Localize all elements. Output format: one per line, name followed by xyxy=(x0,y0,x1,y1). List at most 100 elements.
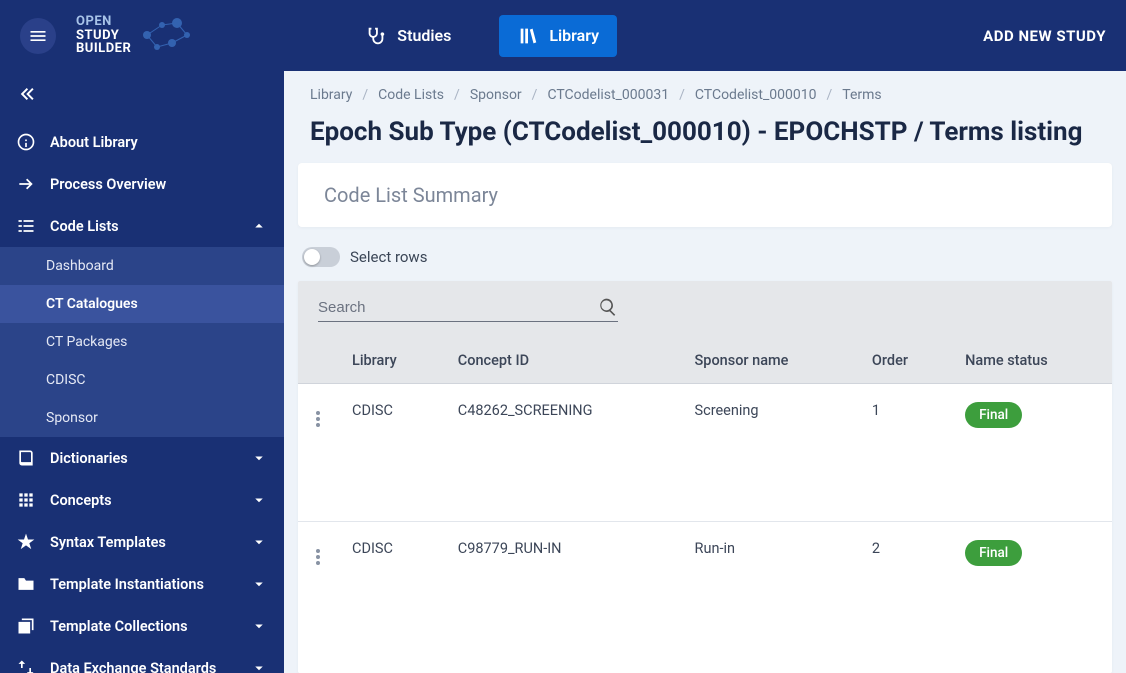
status-badge: Final xyxy=(965,540,1022,566)
sidebar-item-syntax[interactable]: Syntax Templates xyxy=(0,521,284,563)
search-icon[interactable] xyxy=(598,297,618,317)
summary-label: Code List Summary xyxy=(324,183,498,207)
sidebar-item-label: Template Collections xyxy=(50,618,236,635)
table-header: Order xyxy=(858,338,951,384)
breadcrumb: Library / Code Lists / Sponsor / CTCodelist_00… xyxy=(284,71,1126,111)
sidebar-item-process[interactable]: Process Overview xyxy=(0,163,284,205)
sidebar-sub-label: Dashboard xyxy=(46,258,114,274)
chevron-double-left-icon xyxy=(18,83,40,105)
breadcrumb-separator: / xyxy=(827,87,833,103)
hamburger-icon xyxy=(28,26,48,46)
select-rows-toggle[interactable] xyxy=(302,247,340,267)
sidebar-item-dictionaries[interactable]: Dictionaries xyxy=(0,437,284,479)
sidebar-sub-sponsor[interactable]: Sponsor xyxy=(0,399,284,437)
cell-library: CDISC xyxy=(338,522,444,660)
cell-concept_id: C48262_SCREENING xyxy=(444,384,681,522)
table-header: Sponsor name xyxy=(681,338,858,384)
sidebar-item-label: Syntax Templates xyxy=(50,534,236,551)
sidebar-item-label: About Library xyxy=(50,134,268,151)
table-header: Name status xyxy=(951,338,1112,384)
chevron-down-icon xyxy=(250,617,268,635)
swap-icon xyxy=(16,658,36,673)
nav-library[interactable]: Library xyxy=(499,15,617,57)
table-header xyxy=(298,338,338,384)
sidebar-item-data-exchange[interactable]: Data Exchange Standards xyxy=(0,647,284,673)
table-header: Concept ID xyxy=(444,338,681,384)
sidebar-item-label: Process Overview xyxy=(50,176,268,193)
menu-toggle-button[interactable] xyxy=(20,18,56,54)
cell-concept_id: C98779_RUN-IN xyxy=(444,522,681,660)
chevron-down-icon xyxy=(250,659,268,673)
sidebar-sub-label: CT Packages xyxy=(46,334,127,350)
breadcrumb-separator: / xyxy=(362,87,368,103)
sidebar-item-label: Data Exchange Standards xyxy=(50,660,236,673)
sidebar-sub-label: CT Catalogues xyxy=(46,296,138,312)
cell-name-status: Final xyxy=(951,384,1112,522)
breadcrumb-item[interactable]: CTCodelist_000031 xyxy=(547,87,669,103)
breadcrumb-separator: / xyxy=(532,87,538,103)
chevron-down-icon xyxy=(250,449,268,467)
cell-sponsor_name: Screening xyxy=(681,384,858,522)
info-icon xyxy=(16,132,36,152)
sidebar-sub-cdisc[interactable]: CDISC xyxy=(0,361,284,399)
grid-icon xyxy=(16,490,36,510)
chevron-down-icon xyxy=(250,533,268,551)
breadcrumb-item[interactable]: Code Lists xyxy=(378,87,444,103)
sidebar-item-template-inst[interactable]: Template Instantiations xyxy=(0,563,284,605)
logo-graphic-icon xyxy=(137,15,197,55)
sidebar-sub-label: CDISC xyxy=(46,372,86,388)
search-input[interactable] xyxy=(318,299,598,316)
select-rows-label: Select rows xyxy=(350,248,427,266)
breadcrumb-item[interactable]: CTCodelist_000010 xyxy=(695,87,817,103)
code-list-summary-card[interactable]: Code List Summary xyxy=(298,163,1112,227)
book-icon xyxy=(16,448,36,468)
cell-sponsor_name: Run-in xyxy=(681,522,858,660)
logo-text-builder: BUILDER xyxy=(76,42,131,56)
table-header: Library xyxy=(338,338,444,384)
sidebar-item-label: Concepts xyxy=(50,492,236,509)
library-icon xyxy=(517,25,539,47)
sidebar-collapse-button[interactable] xyxy=(0,71,284,121)
breadcrumb-item[interactable]: Library xyxy=(310,87,352,103)
stethoscope-icon xyxy=(365,25,387,47)
breadcrumb-item[interactable]: Sponsor xyxy=(470,87,522,103)
cell-library: CDISC xyxy=(338,384,444,522)
nav-studies-label: Studies xyxy=(397,26,451,45)
nav-library-label: Library xyxy=(549,26,599,45)
sidebar-sub-ct-catalogues[interactable]: CT Catalogues xyxy=(0,285,284,323)
sidebar-item-about[interactable]: About Library xyxy=(0,121,284,163)
sidebar-sub-label: Sponsor xyxy=(46,410,98,426)
table-row: CDISCC48262_SCREENINGScreening1 Final xyxy=(298,384,1112,522)
logo-text-open: OPEN xyxy=(76,14,112,29)
nav-studies[interactable]: Studies xyxy=(347,15,469,57)
table-row: CDISCC98779_RUN-INRun-in2 Final xyxy=(298,522,1112,660)
star-icon xyxy=(16,532,36,552)
chevron-down-icon xyxy=(250,491,268,509)
logo-text-study: STUDY xyxy=(76,29,131,43)
chevron-down-icon xyxy=(250,575,268,593)
sidebar-item-label: Code Lists xyxy=(50,218,236,235)
cell-order: 1 xyxy=(858,384,951,522)
breadcrumb-separator: / xyxy=(454,87,460,103)
add-new-study-button[interactable]: ADD NEW STUDY xyxy=(983,27,1106,45)
sidebar-item-label: Template Instantiations xyxy=(50,576,236,593)
sidebar-item-template-coll[interactable]: Template Collections xyxy=(0,605,284,647)
list-icon xyxy=(16,216,36,236)
cell-name-status: Final xyxy=(951,522,1112,660)
folder-icon xyxy=(16,574,36,594)
arrow-right-icon xyxy=(16,174,36,194)
sidebar-item-codelists[interactable]: Code Lists xyxy=(0,205,284,247)
row-actions-button[interactable] xyxy=(312,407,324,431)
row-actions-button[interactable] xyxy=(312,545,324,569)
cards-icon xyxy=(16,616,36,636)
app-logo: OPEN STUDY BUILDER xyxy=(76,15,197,56)
sidebar-sub-ct-packages[interactable]: CT Packages xyxy=(0,323,284,361)
page-title: Epoch Sub Type (CTCodelist_000010) - EPO… xyxy=(284,111,1126,163)
sidebar-sub-dashboard[interactable]: Dashboard xyxy=(0,247,284,285)
breadcrumb-separator: / xyxy=(679,87,685,103)
cell-order: 2 xyxy=(858,522,951,660)
chevron-up-icon xyxy=(250,217,268,235)
status-badge: Final xyxy=(965,402,1022,428)
breadcrumb-item[interactable]: Terms xyxy=(842,87,881,103)
sidebar-item-concepts[interactable]: Concepts xyxy=(0,479,284,521)
